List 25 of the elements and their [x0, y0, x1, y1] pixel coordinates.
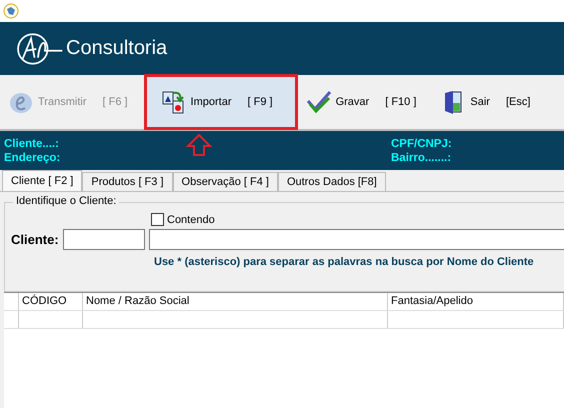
group-title: Identifique o Cliente: [13, 195, 120, 207]
tab[interactable]: Outros Dados [F8] [278, 172, 386, 191]
field-label: Cliente: [11, 232, 60, 247]
column-header[interactable]: Fantasia/Apelido [388, 293, 564, 310]
column-header[interactable]: CÓDIGO [19, 293, 83, 310]
info-label: Bairro.......: [391, 152, 452, 164]
checkbox-label: Contendo [167, 214, 215, 226]
toolbar-button[interactable]: Sair [Esc] [432, 75, 546, 129]
name-field[interactable] [149, 229, 564, 250]
info-label: Cliente....: [4, 138, 60, 150]
up-arrow-icon [186, 133, 212, 157]
tab[interactable]: Observação [ F4 ] [172, 172, 278, 191]
toolbar-button[interactable]: Gravar [ F10 ] [298, 75, 432, 129]
column-header[interactable]: Nome / Razão Social [83, 293, 388, 310]
info-label: CPF/CNPJ: [391, 138, 452, 150]
info-label: Endereço: [4, 152, 62, 164]
tab[interactable]: Produtos [ F3 ] [82, 172, 173, 191]
checkbox[interactable] [151, 213, 164, 226]
search-hint: Use * (asterisco) para separar as palavras na busca por Nome do Cliente [154, 256, 535, 268]
checkmark-icon [306, 89, 332, 115]
highlighted-toolbar-button[interactable]: Importar [ F9 ] [144, 74, 298, 130]
tab[interactable]: Cliente [ F2 ] [2, 170, 82, 191]
app-icon [3, 3, 19, 19]
brand-name: Consultoria [66, 37, 168, 60]
code-field[interactable] [63, 229, 145, 250]
